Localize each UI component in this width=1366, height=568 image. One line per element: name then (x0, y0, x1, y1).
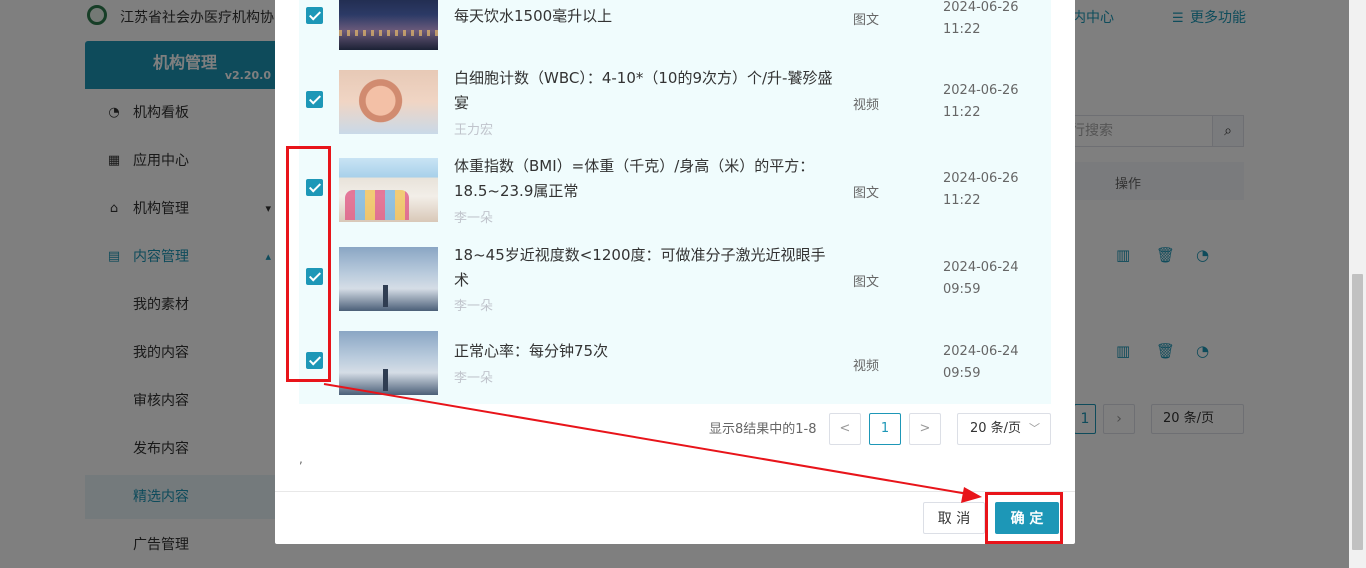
list-item[interactable]: 白细胞计数（WBC）：4-10*（10的9次方）个/升-饕殄盛宴 王力宏 视频 … (299, 68, 1051, 156)
row-checkbox[interactable] (306, 91, 323, 108)
item-title: 正常心率：每分钟75次 (454, 342, 609, 360)
item-date: 2024-06-26 11:22 (943, 168, 1019, 212)
item-type: 图文 (853, 13, 880, 28)
item-author: 李一朵 (454, 371, 494, 386)
time-label: 11:22 (943, 193, 981, 208)
thumbnail-image (339, 70, 438, 134)
thumbnail-image (339, 0, 438, 50)
time-label: 09:59 (943, 282, 981, 297)
page-size-select[interactable]: 20 条/页 ﹀ (957, 413, 1051, 445)
annotation-checkbox-highlight (286, 146, 331, 382)
item-date: 2024-06-26 11:22 (943, 0, 1019, 41)
date-label: 2024-06-24 (943, 260, 1019, 275)
chevron-right-icon: > (919, 421, 931, 436)
page-scrollbar[interactable] (1349, 0, 1366, 568)
date-label: 2024-06-26 (943, 83, 1019, 98)
item-date: 2024-06-24 09:59 (943, 257, 1019, 301)
chevron-down-icon: ﹀ (1029, 422, 1040, 435)
pager-next-button[interactable]: > (909, 413, 941, 445)
thumbnail-image (339, 247, 438, 311)
scrollbar-thumb[interactable] (1352, 274, 1363, 550)
item-date: 2024-06-24 09:59 (943, 341, 1019, 385)
pager-prev-button[interactable]: < (829, 413, 861, 445)
pager-total: 显示8结果中的1-8 (709, 422, 817, 437)
footer-divider (275, 491, 1075, 492)
item-title: 每天饮水1500毫升以上 (454, 7, 613, 25)
select-content-dialog: 每天饮水1500毫升以上 图文 2024-06-26 11:22 白细胞计数（WB… (275, 0, 1075, 544)
pager-page-1[interactable]: 1 (869, 413, 901, 445)
time-label: 11:22 (943, 22, 981, 37)
item-author: 李一朵 (454, 211, 494, 226)
date-label: 2024-06-24 (943, 344, 1019, 359)
thumbnail-image (339, 158, 438, 222)
page-size-value: 20 条/页 (970, 421, 1022, 436)
item-type: 图文 (853, 275, 880, 290)
item-title: 18~45岁近视度数<1200度：可做准分子激光近视眼手术 (454, 246, 826, 289)
row-checkbox[interactable] (306, 7, 323, 24)
item-date: 2024-06-26 11:22 (943, 80, 1019, 124)
content-list: 每天饮水1500毫升以上 图文 2024-06-26 11:22 白细胞计数（WB… (299, 0, 1051, 404)
date-label: 2024-06-26 (943, 0, 1019, 15)
stray-mark: , (299, 452, 303, 466)
item-title: 体重指数（BMI）=体重（千克）/身高（米）的平方：18.5~23.9属正常 (454, 157, 815, 200)
item-author: 李一朵 (454, 299, 494, 314)
item-type: 视频 (853, 359, 880, 374)
thumbnail-image (339, 331, 438, 395)
item-type: 视频 (853, 98, 880, 113)
list-item[interactable]: 体重指数（BMI）=体重（千克）/身高（米）的平方：18.5~23.9属正常 李… (299, 156, 1051, 244)
annotation-confirm-highlight (985, 492, 1063, 544)
list-item[interactable]: 正常心率：每分钟75次 李一朵 视频 2024-06-24 09:59 (299, 330, 1051, 404)
time-label: 11:22 (943, 105, 981, 120)
item-title: 白细胞计数（WBC）：4-10*（10的9次方）个/升-饕殄盛宴 (454, 69, 833, 112)
date-label: 2024-06-26 (943, 171, 1019, 186)
cancel-button[interactable]: 取 消 (923, 502, 985, 534)
item-type: 图文 (853, 186, 880, 201)
chevron-left-icon: < (839, 421, 851, 436)
time-label: 09:59 (943, 366, 981, 381)
list-item[interactable]: 每天饮水1500毫升以上 图文 2024-06-26 11:22 (299, 0, 1051, 68)
list-item[interactable]: 18~45岁近视度数<1200度：可做准分子激光近视眼手术 李一朵 图文 202… (299, 244, 1051, 332)
item-author: 王力宏 (454, 123, 494, 138)
